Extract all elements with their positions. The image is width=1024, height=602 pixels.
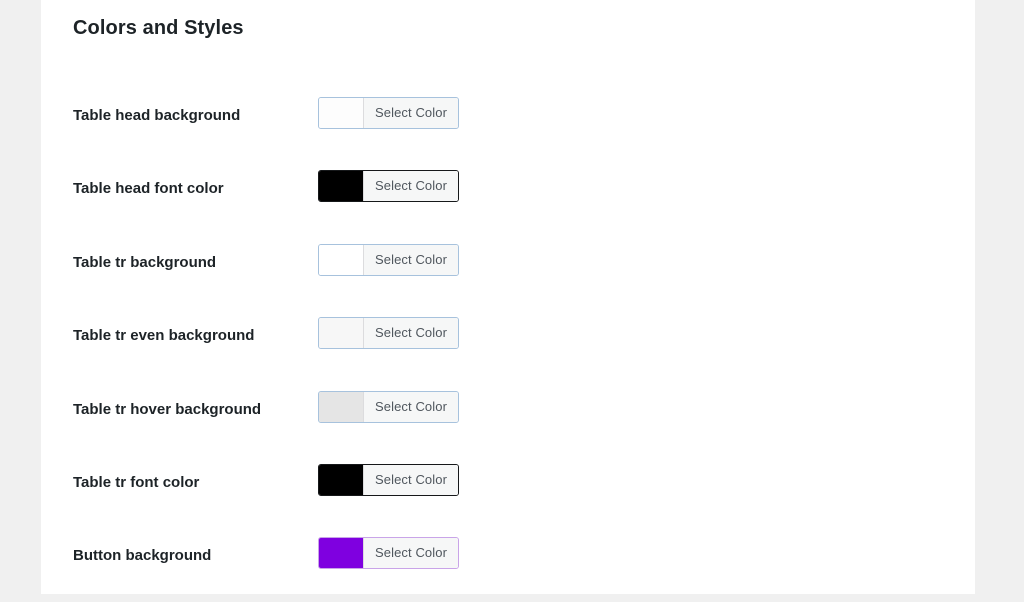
setting-row: Table tr even background Select Color [73,308,943,381]
select-color-button[interactable]: Select Color [318,463,460,496]
select-color-button[interactable]: Select Color [318,317,460,350]
select-color-button[interactable]: Select Color [318,97,460,129]
select-color-button-label: Select Color [364,538,459,569]
select-color-button[interactable]: Select Color [318,170,460,203]
setting-row-control: Select Color [318,235,943,276]
select-color-button[interactable]: Select Color [318,537,460,570]
select-color-button-label: Select Color [364,464,459,495]
setting-row: Button background Select Color [73,528,943,601]
setting-row: Table head background Select Color [73,88,943,161]
setting-row-control: Select Color [318,308,943,350]
setting-row: Table head font color Select Color [73,161,943,234]
setting-row-label: Table head font color [73,180,224,198]
setting-row-control: Select Color [318,528,943,570]
setting-row-label: Table tr even background [73,327,255,345]
select-color-button[interactable]: Select Color [318,390,460,423]
select-color-button-label: Select Color [364,318,459,349]
settings-page-card: Colors and Styles Table head background S… [41,0,975,594]
setting-row-control: Select Color [318,161,943,203]
color-swatch[interactable] [319,171,364,202]
color-swatch[interactable] [319,244,364,275]
select-color-button-label: Select Color [364,391,459,422]
color-swatch[interactable] [319,464,364,495]
select-color-button-label: Select Color [364,244,459,275]
color-swatch[interactable] [319,318,364,349]
select-color-button-label: Select Color [364,171,459,202]
setting-row-label: Table head background [73,107,241,124]
setting-row-label: Button background [73,547,212,565]
setting-row-label: Table tr hover background [73,400,262,418]
setting-row-label: Table tr background [73,253,217,271]
setting-row-control: Select Color [318,382,943,423]
setting-row: Table tr font color Select Color [73,455,943,528]
setting-row-control: Select Color [318,455,943,496]
setting-row-label: Table tr font color [73,473,200,491]
color-swatch[interactable] [319,538,364,569]
setting-row: Table tr background Select Color [73,235,943,308]
setting-row: Table tr hover background Select Color [73,382,943,455]
setting-row-control: Select Color [318,88,943,129]
page-title: Colors and Styles [73,17,244,39]
select-color-button[interactable]: Select Color [318,243,460,276]
color-settings-list: Table head background Select Color Table h… [73,88,943,602]
select-color-button-label: Select Color [364,98,459,128]
color-swatch[interactable] [319,391,364,422]
color-swatch[interactable] [319,98,364,128]
